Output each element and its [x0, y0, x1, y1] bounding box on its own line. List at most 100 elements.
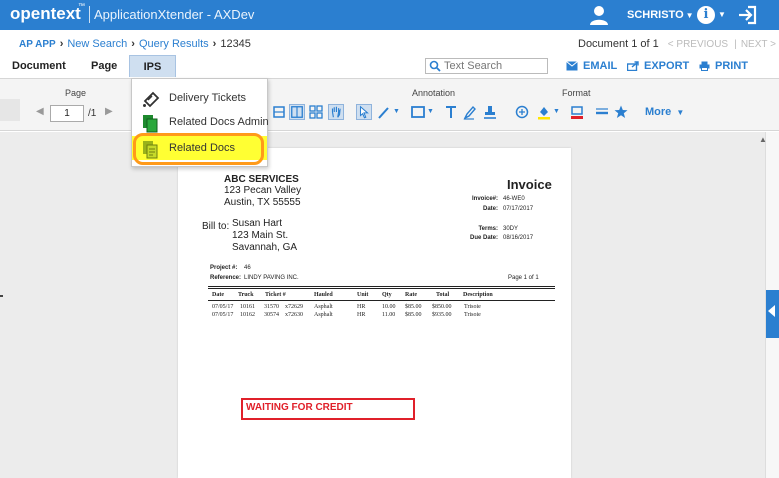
- invoice-address-line: 123 Pecan Valley: [224, 185, 302, 196]
- chevron-down-icon[interactable]: ▼: [553, 108, 560, 115]
- breadcrumb-new-search[interactable]: New Search: [67, 38, 127, 50]
- user-menu[interactable]: SCHRISTO ▼: [627, 9, 694, 21]
- table-cell: HR: [357, 304, 366, 310]
- breadcrumb-current: 12345: [220, 38, 251, 50]
- text-tool-icon[interactable]: [443, 104, 459, 120]
- menu-item-label: Delivery Tickets: [169, 92, 247, 104]
- format-group-label: Format: [562, 88, 591, 98]
- menu-item-related-docs[interactable]: Related Docs: [132, 136, 267, 160]
- export-icon: [626, 61, 639, 72]
- chevron-down-icon[interactable]: ▼: [427, 108, 434, 115]
- table-cell: Asphalt: [314, 304, 333, 310]
- side-panel-toggle[interactable]: [0, 99, 20, 121]
- bill-to-line: 123 Main St.: [232, 230, 289, 241]
- top-header: opentext ™ ApplicationXtender - AXDev SC…: [0, 0, 779, 30]
- logout-icon[interactable]: [736, 4, 758, 26]
- print-label: PRINT: [715, 60, 748, 72]
- next-button[interactable]: NEXT >: [741, 39, 776, 50]
- brand-divider: [89, 6, 90, 23]
- invoice-field-key: Due Date:: [469, 235, 498, 241]
- highlighter-pen-icon[interactable]: [462, 104, 478, 120]
- chevron-down-icon[interactable]: ▼: [718, 10, 726, 19]
- invoice-field-key: Date:: [482, 206, 498, 212]
- table-cell: 07/05/17: [212, 312, 234, 318]
- pointer-select-icon[interactable]: [356, 104, 372, 120]
- page-prev-icon[interactable]: ◀: [36, 106, 44, 117]
- invoice-field-value: 08/16/2017: [503, 235, 534, 241]
- chevron-right-icon: ›: [212, 38, 217, 50]
- menu-item-delivery-tickets[interactable]: Delivery Tickets: [132, 86, 267, 110]
- user-icon[interactable]: [588, 4, 610, 26]
- column-header: Ticket #: [265, 292, 286, 298]
- menu-item-related-docs-admin[interactable]: Related Docs Admin: [132, 110, 269, 134]
- breadcrumb-query-results[interactable]: Query Results: [139, 38, 209, 50]
- chevron-left-icon: [768, 305, 775, 317]
- text-search-placeholder: Text Search: [444, 60, 503, 72]
- chevron-right-icon: ›: [131, 38, 135, 50]
- table-cell: 31570: [264, 304, 279, 310]
- stamp-tool-icon[interactable]: [482, 104, 498, 120]
- table-cell: $935.00: [432, 312, 452, 318]
- page-of-label: Page 1 of 1: [508, 275, 539, 281]
- invoice-field-value: 46-WE0: [503, 196, 525, 202]
- table-cell: 10.00: [382, 304, 396, 310]
- page-next-icon[interactable]: ▶: [105, 106, 113, 117]
- chevron-down-icon: ▼: [685, 11, 694, 20]
- chevron-down-icon[interactable]: ▼: [393, 108, 400, 115]
- table-cell: HR: [357, 312, 366, 318]
- tab-document[interactable]: Document: [12, 55, 66, 77]
- table-cell: 11.00: [382, 312, 396, 318]
- tab-ips[interactable]: IPS: [129, 55, 176, 77]
- table-cell: Asphalt: [314, 312, 333, 318]
- star-icon[interactable]: [613, 104, 629, 120]
- invoice-field-key: Terms:: [478, 226, 498, 232]
- rectangle-tool-icon[interactable]: [410, 104, 426, 120]
- fill-color-icon[interactable]: [536, 104, 552, 120]
- ips-dropdown-menu: Delivery Tickets Related Docs Admin Rela…: [131, 78, 269, 167]
- envelope-icon: [566, 61, 578, 71]
- search-icon: [429, 60, 441, 72]
- table-cell: Trisoie: [464, 304, 481, 310]
- bill-to-label: Bill to:: [202, 221, 230, 232]
- column-header: Hauled: [314, 292, 333, 298]
- line-tool-icon[interactable]: [377, 104, 393, 120]
- brand-logo: opentext: [10, 4, 81, 23]
- table-cell: $850.00: [432, 304, 452, 310]
- document-page: ABC SERVICES 123 Pecan Valley Austin, TX…: [178, 148, 571, 478]
- table-cell: x72629: [285, 304, 303, 310]
- grid-view-icon[interactable]: [308, 104, 324, 120]
- pan-hand-icon[interactable]: [328, 104, 344, 120]
- more-menu-button[interactable]: More ▼: [645, 106, 684, 118]
- annotation-stamp[interactable]: WAITING FOR CREDIT: [241, 398, 415, 420]
- invoice-company: ABC SERVICES: [224, 174, 299, 185]
- invoice-field-key: Invoice#:: [471, 196, 498, 202]
- properties-icon[interactable]: [514, 104, 530, 120]
- viewer-edge-mark: [0, 295, 3, 297]
- single-page-view-icon[interactable]: [271, 104, 287, 120]
- line-color-icon[interactable]: [569, 104, 585, 120]
- table-cell: 10161: [240, 304, 255, 310]
- line-weight-icon[interactable]: [594, 104, 610, 120]
- tab-page[interactable]: Page: [91, 55, 117, 77]
- breadcrumb-app[interactable]: AP APP: [19, 39, 56, 50]
- info-icon[interactable]: i: [697, 6, 715, 24]
- page-group-label: Page: [65, 88, 87, 98]
- related-docs-icon: [143, 141, 158, 159]
- page-number-input[interactable]: 1: [50, 105, 84, 122]
- invoice-address-line: Austin, TX 55555: [224, 197, 301, 208]
- print-button[interactable]: PRINT: [699, 60, 748, 72]
- previous-button[interactable]: < PREVIOUS: [668, 39, 728, 50]
- table-rule: [208, 286, 555, 287]
- column-header: Description: [463, 292, 493, 298]
- export-label: EXPORT: [644, 60, 690, 72]
- export-button[interactable]: EXPORT: [626, 60, 690, 72]
- two-page-view-icon[interactable]: [289, 104, 305, 120]
- scroll-up-icon[interactable]: ▲: [759, 135, 767, 144]
- email-button[interactable]: EMAIL: [566, 60, 617, 72]
- table-cell: 07/05/17: [212, 304, 234, 310]
- table-rule: [208, 300, 555, 301]
- invoice-field-value: 07/17/2017: [503, 206, 534, 212]
- text-search-input[interactable]: Text Search: [425, 58, 548, 74]
- trademark-mark: ™: [78, 3, 85, 10]
- nav-divider: |: [734, 39, 737, 50]
